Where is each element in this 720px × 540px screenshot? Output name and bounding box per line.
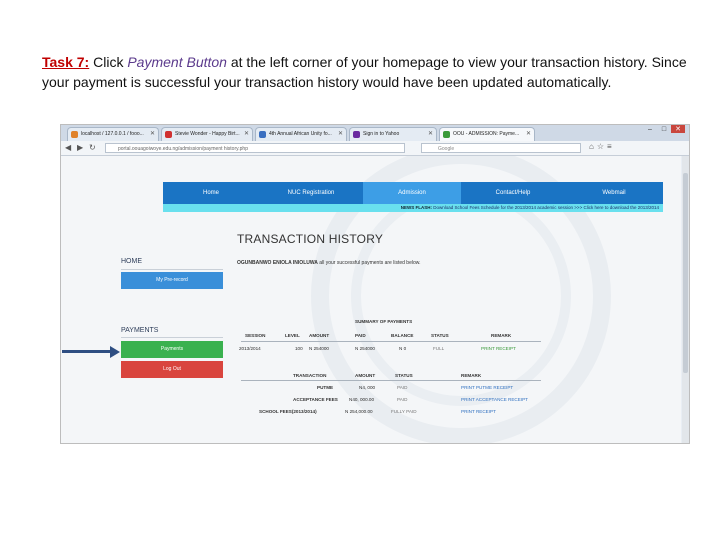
- browser-tab[interactable]: localhost / 127.0.0.1 / fooo... ✕: [67, 127, 159, 141]
- summary-paid: N 254000: [355, 346, 375, 351]
- payments-button[interactable]: Payments: [121, 341, 223, 358]
- instruction-text: Task 7: Click Payment Button at the left…: [42, 52, 692, 92]
- browser-tab-active[interactable]: OOU - ADMISSION: Payme... ✕: [439, 127, 535, 141]
- nav-contact-help[interactable]: Contact/Help: [461, 182, 565, 204]
- browser-screenshot: localhost / 127.0.0.1 / fooo... ✕ Stevie…: [60, 124, 690, 444]
- sidebar-home-heading: HOME: [121, 258, 142, 265]
- tab-favicon-icon: [353, 131, 360, 138]
- tab-bar: localhost / 127.0.0.1 / fooo... ✕ Stevie…: [61, 125, 689, 141]
- summary-amount: N 254000: [309, 346, 329, 351]
- table-divider: [241, 380, 541, 381]
- nav-webmail[interactable]: Webmail: [565, 182, 663, 204]
- tab-label: 4th Annual African Unity fo...: [269, 131, 332, 137]
- pointer-arrow-head-icon: [110, 346, 120, 358]
- tab-label: OOU - ADMISSION: Payme...: [453, 131, 520, 137]
- tx-name: SCHOOL FEES(2013/2014): [259, 409, 317, 414]
- address-bar[interactable]: portal.oouagoiwoye.edu.ng/admission/paym…: [105, 143, 405, 153]
- close-tab-icon[interactable]: ✕: [150, 128, 155, 141]
- col-header-balance: BALANCE: [391, 333, 414, 338]
- tx-amount: N 254,000.00: [345, 409, 373, 414]
- home-icon[interactable]: ⌂: [589, 142, 597, 151]
- toolbar-icons: ⌂☆≡: [589, 142, 615, 151]
- user-greeting-suffix: all your successful payments are listed …: [317, 260, 421, 266]
- close-tab-icon[interactable]: ✕: [338, 128, 343, 141]
- user-greeting: OGUNBANWO ENIOLA INIOLUWA all your succe…: [237, 260, 420, 266]
- tx-amount: N40, 000.00: [349, 397, 375, 402]
- user-name: OGUNBANWO ENIOLA INIOLUWA: [237, 260, 318, 266]
- col-header-tx-remark: REMARK: [461, 373, 482, 378]
- task-label: Task 7:: [42, 54, 90, 70]
- search-input[interactable]: Google: [421, 143, 581, 153]
- minimize-icon[interactable]: –: [643, 126, 657, 133]
- profile-button[interactable]: My Pre-record: [121, 272, 223, 289]
- tab-favicon-icon: [443, 131, 450, 138]
- close-tab-icon[interactable]: ✕: [428, 128, 433, 141]
- sidebar-payments-heading: PAYMENTS: [121, 327, 159, 334]
- print-putme-receipt-link[interactable]: PRINT PUTME RECEIPT: [461, 385, 513, 390]
- tx-status: PAID: [397, 397, 408, 402]
- col-header-status: STATUS: [431, 333, 449, 338]
- wrench-icon[interactable]: ≡: [607, 142, 615, 151]
- nav-nuc-registration[interactable]: NUC Registration: [259, 182, 363, 204]
- page-title: TRANSACTION HISTORY: [237, 232, 384, 246]
- close-window-icon[interactable]: ✕: [671, 125, 685, 133]
- summary-level: 100: [295, 346, 303, 351]
- pointer-arrow: [62, 350, 111, 353]
- news-flash-text: Download School Fees Schedule for the 20…: [431, 205, 659, 210]
- logout-button[interactable]: Log Out: [121, 361, 223, 378]
- summary-session: 2013/2014: [239, 346, 261, 351]
- instruction-emphasis: Payment Button: [127, 54, 227, 70]
- news-flash-label: NEWS FLASH:: [400, 205, 432, 210]
- col-header-transaction: TRANSACTION: [293, 373, 327, 378]
- main-nav: Home NUC Registration Admission Contact/…: [163, 182, 663, 204]
- tx-status: PAID: [397, 385, 408, 390]
- browser-tab[interactable]: Stevie Wonder - Happy Birt... ✕: [161, 127, 253, 141]
- tx-status: FULLY PAID: [391, 409, 417, 414]
- summary-heading: SUMMARY OF PAYMENTS: [355, 319, 413, 324]
- tab-favicon-icon: [71, 131, 78, 138]
- col-header-level: LEVEL: [285, 333, 300, 338]
- col-header-tx-amount: AMOUNT: [355, 373, 376, 378]
- star-icon[interactable]: ☆: [597, 142, 607, 151]
- web-page: Home NUC Registration Admission Contact/…: [61, 156, 681, 443]
- col-header-remark: REMARK: [491, 333, 512, 338]
- reload-icon[interactable]: ↻: [89, 143, 96, 153]
- tab-label: Stevie Wonder - Happy Birt...: [175, 131, 240, 137]
- maximize-icon[interactable]: □: [657, 126, 671, 133]
- tab-favicon-icon: [165, 131, 172, 138]
- print-acceptance-receipt-link[interactable]: PRINT ACCEPTANCE RECEIPT: [461, 397, 528, 402]
- tx-name: ACCEPTANCE FEES: [293, 397, 338, 402]
- address-row: ◀ ▶ ↻ portal.oouagoiwoye.edu.ng/admissio…: [61, 141, 689, 156]
- col-header-session: SESSION: [245, 333, 266, 338]
- col-header-paid: PAID: [355, 333, 366, 338]
- window-controls: – □ ✕: [643, 125, 685, 133]
- print-school-fees-receipt-link[interactable]: PRINT RECEIPT: [461, 409, 496, 414]
- browser-tab[interactable]: 4th Annual African Unity fo... ✕: [255, 127, 347, 141]
- tab-label: localhost / 127.0.0.1 / fooo...: [81, 131, 144, 137]
- tab-label: Sign in to Yahoo: [363, 131, 400, 137]
- close-tab-icon[interactable]: ✕: [244, 128, 249, 141]
- news-flash-bar[interactable]: NEWS FLASH: Download School Fees Schedul…: [163, 204, 663, 212]
- print-receipt-link[interactable]: PRINT RECEIPT: [481, 346, 516, 351]
- nav-admission[interactable]: Admission: [363, 182, 461, 204]
- nav-home[interactable]: Home: [163, 182, 259, 204]
- close-tab-icon[interactable]: ✕: [526, 128, 531, 141]
- col-header-amount: AMOUNT: [309, 333, 330, 338]
- summary-status: FULL: [433, 346, 445, 351]
- col-header-tx-status: STATUS: [395, 373, 413, 378]
- divider: [121, 337, 223, 338]
- forward-arrow-icon[interactable]: ▶: [77, 143, 83, 153]
- divider: [121, 269, 223, 270]
- instruction-part1: Click: [89, 54, 128, 70]
- tx-amount: N4, 000: [359, 385, 376, 390]
- tab-favicon-icon: [259, 131, 266, 138]
- summary-balance: N 0: [399, 346, 407, 351]
- tx-name: PUTME: [317, 385, 334, 390]
- scrollbar-thumb[interactable]: [683, 173, 688, 373]
- browser-tab[interactable]: Sign in to Yahoo ✕: [349, 127, 437, 141]
- back-arrow-icon[interactable]: ◀: [65, 143, 71, 153]
- table-divider: [241, 341, 541, 342]
